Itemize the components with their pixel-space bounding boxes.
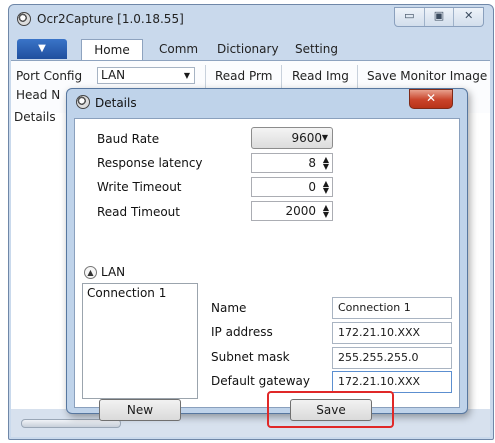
- title-bar: Ocr2Capture [1.0.18.55] ▭ ▣ ✕: [9, 5, 493, 35]
- details-label: Details: [14, 110, 56, 124]
- read-prm-button[interactable]: Read Prm: [215, 69, 272, 83]
- save-monitor-image-button[interactable]: Save Monitor Image: [367, 69, 487, 83]
- app-icon: [17, 12, 31, 26]
- read-timeout-value: 2000: [285, 204, 316, 218]
- baud-rate-value: 9600: [291, 131, 322, 145]
- subnet-mask-field[interactable]: 255.255.255.0: [332, 347, 452, 369]
- chevron-down-icon: ▼: [183, 71, 190, 80]
- subnet-mask-label: Subnet mask: [211, 350, 290, 364]
- port-config-value: LAN: [101, 68, 126, 82]
- name-field[interactable]: Connection 1: [332, 297, 452, 319]
- window-controls: ▭ ▣ ✕: [394, 7, 484, 27]
- minimize-icon[interactable]: ▭: [395, 8, 425, 26]
- tab-home[interactable]: Home: [81, 39, 143, 61]
- details-dialog: Details ✕ Baud Rate 9600 ▼ Response late…: [66, 88, 468, 428]
- save-button[interactable]: Save: [290, 399, 372, 421]
- collapse-up-icon[interactable]: ▲: [84, 266, 97, 279]
- baud-rate-label: Baud Rate: [97, 132, 160, 146]
- dialog-app-icon: [76, 95, 90, 109]
- port-config-select[interactable]: LAN ▼: [97, 67, 195, 84]
- window-title: Ocr2Capture [1.0.18.55]: [37, 12, 184, 26]
- ip-address-field[interactable]: 172.21.10.XXX: [332, 322, 452, 344]
- response-latency-stepper[interactable]: 8 ▲ ▼: [251, 153, 333, 173]
- tab-dictionary[interactable]: Dictionary: [217, 42, 279, 56]
- response-latency-value: 8: [308, 156, 316, 170]
- dialog-title: Details: [95, 96, 137, 110]
- default-gateway-label: Default gateway: [211, 374, 310, 388]
- new-button[interactable]: New: [99, 399, 181, 421]
- spin-arrows-icon[interactable]: ▲ ▼: [323, 180, 329, 195]
- write-timeout-label: Write Timeout: [97, 180, 182, 194]
- write-timeout-value: 0: [308, 180, 316, 194]
- spin-arrows-icon[interactable]: ▲ ▼: [323, 204, 329, 219]
- dialog-body: Baud Rate 9600 ▼ Response latency 8 ▲ ▼ W…: [74, 118, 460, 428]
- head-label: Head N: [16, 88, 61, 102]
- app-menu-button[interactable]: ▼: [17, 39, 67, 59]
- default-gateway-field[interactable]: 172.21.10.XXX: [332, 371, 452, 393]
- read-timeout-label: Read Timeout: [97, 205, 180, 219]
- lan-section-label: LAN: [101, 265, 126, 279]
- list-item[interactable]: Connection 1: [87, 286, 166, 300]
- read-img-button[interactable]: Read Img: [292, 69, 349, 83]
- dialog-close-button[interactable]: ✕: [409, 89, 453, 109]
- response-latency-label: Response latency: [97, 156, 203, 170]
- read-timeout-stepper[interactable]: 2000 ▲ ▼: [251, 201, 333, 221]
- chevron-down-icon: ▼: [321, 133, 328, 142]
- connection-list[interactable]: Connection 1: [82, 283, 198, 399]
- maximize-icon[interactable]: ▣: [425, 8, 455, 26]
- ribbon-tab-strip: ▼ Home Comm Dictionary Setting: [11, 39, 490, 61]
- tab-setting[interactable]: Setting: [295, 42, 338, 56]
- close-icon[interactable]: ✕: [454, 8, 483, 26]
- ip-address-label: IP address: [211, 325, 273, 339]
- tab-comm[interactable]: Comm: [159, 42, 198, 56]
- spin-arrows-icon[interactable]: ▲ ▼: [323, 156, 329, 171]
- name-label: Name: [211, 301, 247, 315]
- write-timeout-stepper[interactable]: 0 ▲ ▼: [251, 177, 333, 197]
- baud-rate-select[interactable]: 9600 ▼: [251, 127, 333, 149]
- port-config-label: Port Config: [16, 69, 83, 83]
